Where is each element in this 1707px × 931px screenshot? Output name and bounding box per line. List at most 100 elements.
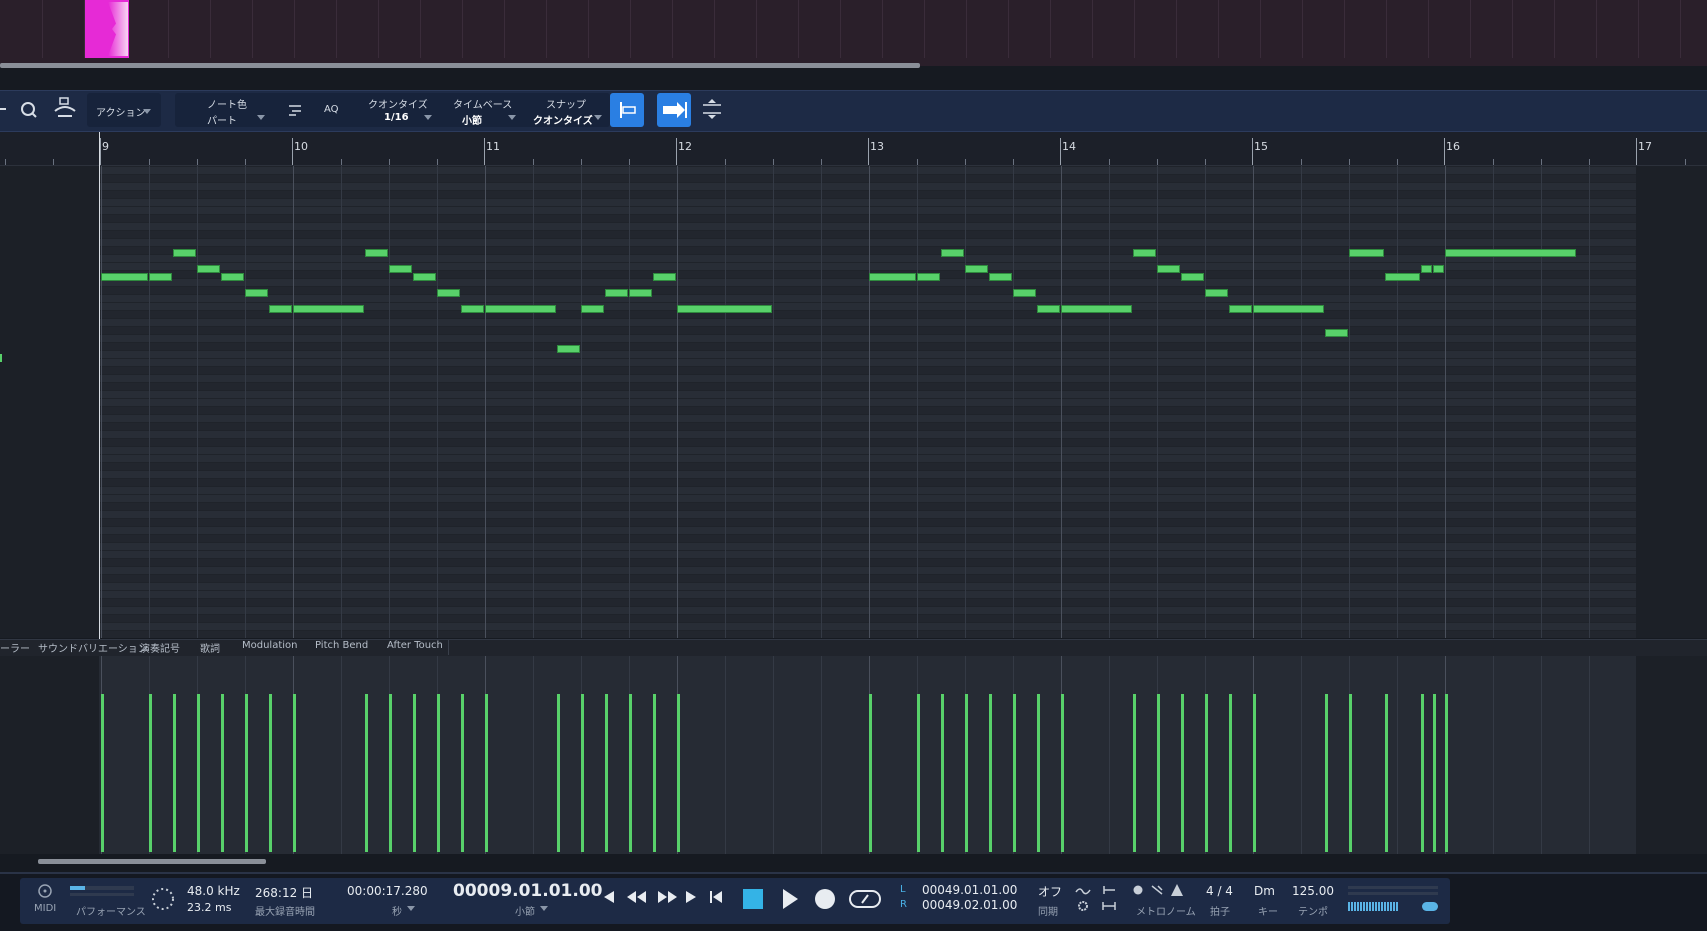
velocity-bar[interactable] <box>197 694 200 852</box>
midi-note[interactable] <box>1229 305 1252 313</box>
tempo-value[interactable]: 125.00 <box>1292 884 1334 898</box>
snap-to-grid-button[interactable] <box>610 93 644 127</box>
velocity-bar[interactable] <box>1349 694 1352 852</box>
midi-note[interactable] <box>965 265 988 273</box>
velocity-bar[interactable] <box>293 694 296 852</box>
midi-note[interactable] <box>1013 289 1036 297</box>
midi-note[interactable] <box>221 273 244 281</box>
velocity-bar[interactable] <box>1433 694 1436 852</box>
fast-forward-icon[interactable] <box>656 888 678 906</box>
midi-note[interactable] <box>1385 273 1420 281</box>
velocity-bar[interactable] <box>485 694 488 852</box>
midi-note[interactable] <box>293 305 364 313</box>
velocity-bar[interactable] <box>245 694 248 852</box>
loop-end[interactable]: 00049.02.01.00 <box>922 898 1017 912</box>
time-seconds[interactable]: 00:00:17.280 <box>347 884 428 898</box>
tab-articulation[interactable]: 演奏記号 <box>140 640 180 655</box>
loop-button[interactable] <box>848 888 882 910</box>
midi-note[interactable] <box>989 273 1012 281</box>
loop-start[interactable]: 00049.01.01.00 <box>922 883 1017 897</box>
midi-note[interactable] <box>413 273 436 281</box>
velocity-bar[interactable] <box>149 694 152 852</box>
position-display[interactable]: 00009.01.01.00 <box>453 881 603 901</box>
quantize-value[interactable]: 1/16 <box>384 112 409 123</box>
time-format-caret-icon[interactable] <box>407 906 415 911</box>
midi-note[interactable] <box>557 345 580 353</box>
midi-note[interactable] <box>173 249 196 257</box>
velocity-bar[interactable] <box>1385 694 1388 852</box>
key-value[interactable]: Dm <box>1254 884 1275 898</box>
tab-after-touch[interactable]: After Touch <box>387 640 443 651</box>
velocity-bar[interactable] <box>1325 694 1328 852</box>
velocity-bar[interactable] <box>437 694 440 852</box>
midi-note[interactable] <box>1205 289 1228 297</box>
velocity-bar[interactable] <box>1157 694 1160 852</box>
piano-roll-grid[interactable] <box>0 166 1707 638</box>
tab-lyrics[interactable]: 歌詞 <box>200 640 220 655</box>
tab-modulation[interactable]: Modulation <box>242 640 298 651</box>
midi-note[interactable] <box>1157 265 1180 273</box>
velocity-bar[interactable] <box>581 694 584 852</box>
midi-note[interactable] <box>485 305 556 313</box>
metronome-icon[interactable] <box>1170 883 1184 897</box>
time-seconds-unit[interactable]: 秒 <box>392 903 402 918</box>
settings-gear-icon[interactable] <box>1077 900 1089 912</box>
tab-controller[interactable]: ーラー <box>0 640 30 655</box>
velocity-bar[interactable] <box>677 694 680 852</box>
midi-note[interactable] <box>869 273 916 281</box>
position-unit[interactable]: 小節 <box>515 903 535 918</box>
midi-note[interactable] <box>245 289 268 297</box>
note-offscreen[interactable] <box>0 354 2 362</box>
midi-note[interactable] <box>605 289 628 297</box>
quantize-caret-icon[interactable] <box>424 115 432 120</box>
metronome-dot-icon[interactable] <box>1132 884 1144 896</box>
midi-note[interactable] <box>389 265 412 273</box>
velocity-lane[interactable] <box>0 656 1707 854</box>
velocity-bar[interactable] <box>1181 694 1184 852</box>
midi-note[interactable] <box>941 249 964 257</box>
velocity-bar[interactable] <box>389 694 392 852</box>
arrangement-scrollbar[interactable] <box>0 63 920 68</box>
rewind-icon[interactable] <box>626 888 648 906</box>
metronome-settings-icon[interactable] <box>1150 884 1164 896</box>
timebase-caret-icon[interactable] <box>508 115 516 120</box>
midi-note[interactable] <box>1133 249 1156 257</box>
velocity-bar[interactable] <box>221 694 224 852</box>
velocity-bar[interactable] <box>941 694 944 852</box>
velocity-bar[interactable] <box>365 694 368 852</box>
velocity-icon[interactable] <box>287 101 303 117</box>
preroll-icon[interactable] <box>1101 884 1117 896</box>
velocity-bar[interactable] <box>413 694 416 852</box>
midi-note[interactable] <box>101 273 148 281</box>
midi-note[interactable] <box>1349 249 1384 257</box>
velocity-bar[interactable] <box>1445 694 1448 852</box>
midi-note[interactable] <box>629 289 652 297</box>
midi-note[interactable] <box>197 265 220 273</box>
velocity-bar[interactable] <box>173 694 176 852</box>
next-marker-icon[interactable] <box>684 888 698 906</box>
velocity-bar[interactable] <box>1229 694 1232 852</box>
velocity-bar[interactable] <box>461 694 464 852</box>
autopunch-icon[interactable] <box>1101 900 1117 912</box>
time-signature[interactable]: 4 / 4 <box>1206 884 1233 898</box>
midi-note[interactable] <box>365 249 388 257</box>
midi-note[interactable] <box>461 305 484 313</box>
velocity-bar[interactable] <box>605 694 608 852</box>
midi-note[interactable] <box>1181 273 1204 281</box>
velocity-bar[interactable] <box>1205 694 1208 852</box>
velocity-bar[interactable] <box>1133 694 1136 852</box>
timebase-value[interactable]: 小節 <box>462 112 482 127</box>
velocity-bar[interactable] <box>1061 694 1064 852</box>
midi-note[interactable] <box>677 305 772 313</box>
velocity-bar[interactable] <box>869 694 872 852</box>
velocity-bar[interactable] <box>917 694 920 852</box>
follow-playhead-button[interactable] <box>657 93 691 127</box>
volume-toggle[interactable] <box>1422 902 1438 911</box>
tab-pitch-bend[interactable]: Pitch Bend <box>315 640 368 651</box>
velocity-bar[interactable] <box>1037 694 1040 852</box>
midi-note[interactable] <box>1445 249 1576 257</box>
midi-note[interactable] <box>1253 305 1324 313</box>
velocity-bar[interactable] <box>653 694 656 852</box>
aq-button[interactable]: AQ <box>324 104 339 115</box>
midi-note[interactable] <box>149 273 172 281</box>
